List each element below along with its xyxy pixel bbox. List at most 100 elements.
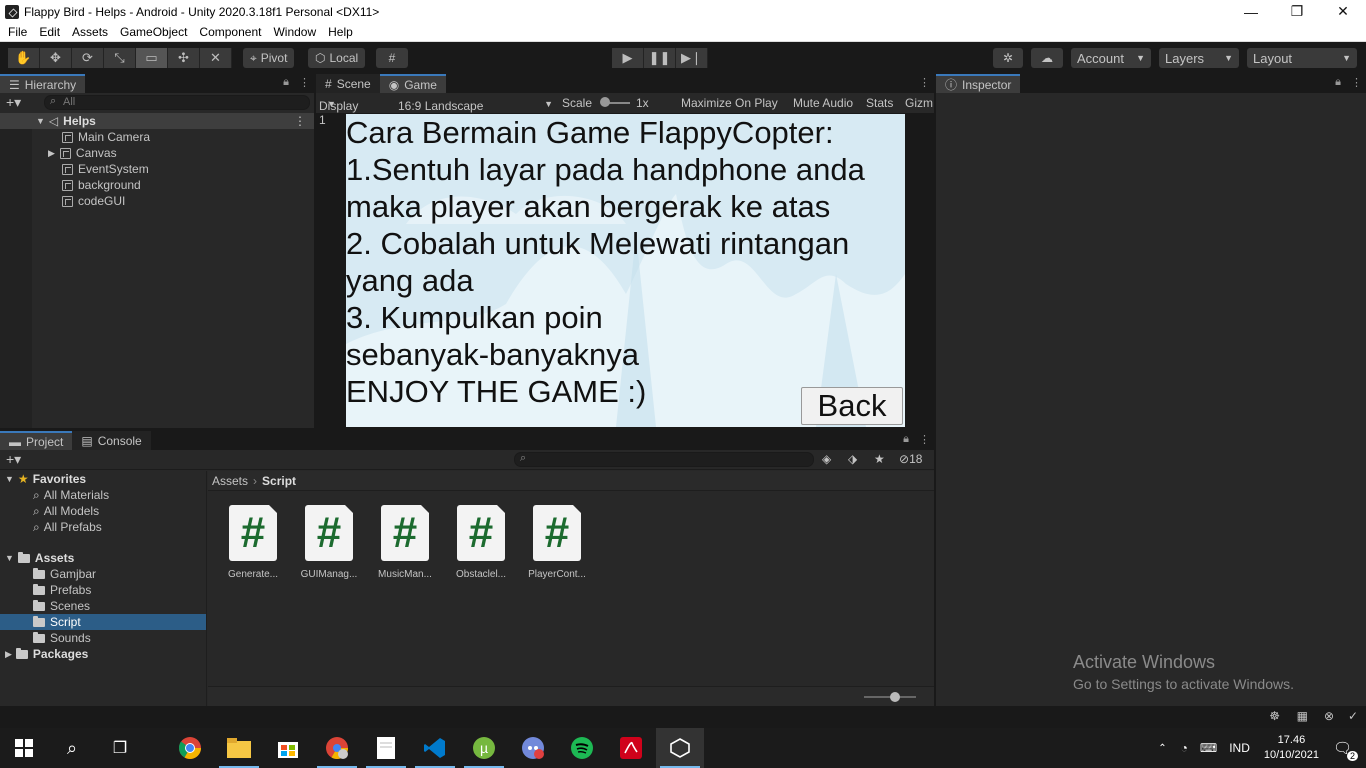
expand-arrow-icon[interactable]: ▼ (5, 553, 14, 563)
more-menu-icon[interactable]: ⋮ (919, 433, 930, 446)
tab-hierarchy[interactable]: ☰ Hierarchy (0, 74, 86, 93)
language-indicator[interactable]: IND (1229, 741, 1250, 755)
favorite-item[interactable]: ⌕ All Prefabs (0, 519, 206, 535)
check-icon[interactable]: ✓ (1348, 709, 1358, 723)
folder-item[interactable]: Scenes (0, 598, 206, 614)
game-viewport[interactable]: Cara Bermain Game FlappyCopter: 1.Sentuh… (346, 114, 905, 427)
menu-window[interactable]: Window (267, 25, 322, 39)
notepad-icon[interactable] (362, 728, 410, 768)
move-tool-icon[interactable]: ✥ (40, 48, 72, 68)
gizmos-toggle[interactable]: Gizm (905, 96, 933, 110)
collab-button[interactable]: ☁ (1031, 48, 1063, 68)
favorite-item[interactable]: ⌕ All Materials (0, 487, 206, 503)
custom-tool-icon[interactable]: ✕ (200, 48, 232, 68)
mute-audio-toggle[interactable]: Mute Audio (793, 96, 853, 110)
close-button[interactable]: ✕ (1320, 0, 1366, 23)
vscode-icon[interactable] (411, 728, 459, 768)
project-search-input[interactable] (514, 452, 814, 467)
unity-taskbar-icon[interactable] (656, 728, 704, 768)
favorites-header[interactable]: ▼ ★ Favorites (0, 471, 206, 487)
breadcrumb-script[interactable]: Script (262, 474, 296, 488)
restore-button[interactable]: ❐ (1274, 0, 1320, 23)
store-icon[interactable] (264, 728, 312, 768)
lock-icon[interactable]: 🔒︎ (283, 76, 289, 89)
rotate-tool-icon[interactable]: ⟳ (72, 48, 104, 68)
folder-item[interactable]: Prefabs (0, 582, 206, 598)
start-button[interactable] (0, 728, 48, 768)
local-toggle[interactable]: ⬡ Local (308, 48, 366, 68)
create-add-button[interactable]: +▾ (6, 451, 21, 468)
grid-snap-button[interactable]: # (376, 48, 408, 68)
pivot-toggle[interactable]: ⌖ Pivot (243, 48, 295, 68)
filter-type-icon[interactable]: ◈ (822, 452, 831, 466)
utorrent-icon[interactable]: µ (460, 728, 508, 768)
more-menu-icon[interactable]: ⋮ (299, 76, 310, 89)
minimize-button[interactable]: — (1228, 0, 1274, 23)
scale-tool-icon[interactable]: ⤡ (104, 48, 136, 68)
more-menu-icon[interactable]: ⋮ (294, 114, 306, 128)
cache-icon[interactable]: ▦ (1297, 709, 1308, 723)
script-asset[interactable]: # PlayerCont... (522, 505, 592, 580)
menu-edit[interactable]: Edit (33, 25, 66, 39)
discord-icon[interactable] (509, 728, 557, 768)
script-asset[interactable]: # Generate... (218, 505, 288, 580)
step-button[interactable]: ▶❘ (676, 48, 708, 68)
account-dropdown[interactable]: Account ▼ (1071, 48, 1151, 68)
breadcrumb-assets[interactable]: Assets (212, 474, 248, 488)
wifi-icon[interactable]: ◔ (1181, 741, 1188, 755)
more-menu-icon[interactable]: ⋮ (1351, 76, 1362, 89)
expand-arrow-icon[interactable]: ▼ (5, 474, 14, 484)
hierarchy-item[interactable]: codeGUI (0, 193, 314, 209)
scale-slider-handle[interactable] (600, 97, 610, 107)
tab-inspector[interactable]: ⓘ Inspector (936, 74, 1021, 93)
icon-size-slider-handle[interactable] (890, 692, 900, 702)
favorite-star-icon[interactable]: ★ (874, 452, 885, 466)
clock[interactable]: 17.46 10/10/2021 (1264, 733, 1319, 763)
filter-label-icon[interactable]: ⬗ (848, 452, 857, 466)
packages-header[interactable]: ▶ Packages (0, 646, 206, 662)
expand-arrow-icon[interactable]: ▶ (5, 649, 12, 660)
expand-arrow-icon[interactable]: ▼ (36, 116, 45, 126)
notification-center-icon[interactable]: 🗨︎ 2 (1333, 739, 1358, 761)
stats-toggle[interactable]: Stats (866, 96, 893, 110)
back-button[interactable]: Back (801, 387, 903, 425)
spotify-icon[interactable] (558, 728, 606, 768)
services-button[interactable]: ✲ (993, 48, 1023, 68)
hierarchy-item[interactable]: ▶ Canvas (0, 145, 314, 161)
layers-dropdown[interactable]: Layers ▼ (1159, 48, 1239, 68)
more-menu-icon[interactable]: ⋮ (919, 76, 930, 89)
menu-help[interactable]: Help (322, 25, 359, 39)
transform-tool-icon[interactable]: ✣ (168, 48, 200, 68)
lighting-icon[interactable]: ⊗ (1324, 709, 1334, 723)
tab-console[interactable]: ▤ Console (72, 431, 151, 450)
tab-scene[interactable]: # Scene (316, 74, 380, 93)
debug-icon[interactable]: ☸ (1269, 709, 1280, 723)
task-view-icon[interactable]: ❐ (96, 728, 144, 768)
search-icon[interactable]: ⌕ (48, 728, 96, 768)
hierarchy-item[interactable]: background (0, 177, 314, 193)
play-button[interactable]: ▶ (612, 48, 644, 68)
maximize-on-play-toggle[interactable]: Maximize On Play (681, 96, 778, 110)
script-asset[interactable]: # Obstaclel... (446, 505, 516, 580)
menu-file[interactable]: File (0, 25, 33, 39)
keyboard-icon[interactable]: ⌨ (1200, 741, 1217, 755)
file-explorer-icon[interactable] (215, 728, 263, 768)
folder-item-selected[interactable]: Script (0, 614, 206, 630)
pause-button[interactable]: ❚❚ (644, 48, 676, 68)
assets-header[interactable]: ▼ Assets (0, 550, 206, 566)
create-add-button[interactable]: +▾ (6, 94, 21, 111)
lock-icon[interactable]: 🔒︎ (1335, 76, 1341, 89)
menu-gameobject[interactable]: GameObject (114, 25, 193, 39)
scene-header[interactable]: ▼ ◁ Helps ⋮ (0, 113, 314, 129)
lock-icon[interactable]: 🔒︎ (903, 433, 909, 446)
tab-game[interactable]: ◉ Game (379, 74, 446, 93)
hidden-packages-toggle[interactable]: ⊘18 (899, 452, 922, 466)
acrobat-icon[interactable] (607, 728, 655, 768)
hand-tool-icon[interactable]: ✋ (8, 48, 40, 68)
chrome-icon[interactable] (166, 728, 214, 768)
script-asset[interactable]: # MusicMan... (370, 505, 440, 580)
expand-arrow-icon[interactable]: ▶ (48, 148, 55, 159)
hierarchy-item[interactable]: Main Camera (0, 129, 314, 145)
chrome-profile-icon[interactable] (313, 728, 361, 768)
menu-component[interactable]: Component (193, 25, 267, 39)
